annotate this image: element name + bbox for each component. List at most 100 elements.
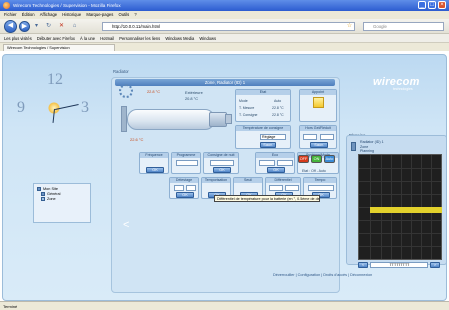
state-mode-label: Mode bbox=[239, 99, 248, 103]
program-field[interactable] bbox=[176, 160, 198, 166]
setpoint-save-button[interactable]: Sauv. bbox=[260, 142, 276, 148]
off-button[interactable]: OFF bbox=[298, 155, 309, 163]
state-setpoint-value: 22.8 °C bbox=[272, 113, 284, 117]
differential-field-b[interactable] bbox=[285, 185, 299, 191]
close-button[interactable]: × bbox=[438, 1, 446, 9]
planning-info: Radiator (ID) 1 Zone Planning bbox=[360, 140, 384, 154]
frost-box-title: Hors Gel/Réduit bbox=[300, 126, 336, 131]
planning-active-band bbox=[370, 207, 442, 213]
differential-box-title: Différentiel bbox=[266, 178, 300, 183]
tank-temperature: 22.6 °C bbox=[130, 137, 144, 142]
clock-numeral-3: 3 bbox=[81, 99, 89, 116]
page-content: wirecom technologies 12 9 3 Mon Site Gén… bbox=[0, 51, 449, 301]
setpoint-field[interactable]: Réglage bbox=[260, 134, 286, 140]
search-input[interactable]: Google bbox=[363, 22, 444, 31]
minimize-button[interactable]: _ bbox=[418, 1, 426, 9]
delay-field[interactable] bbox=[308, 185, 334, 191]
maximize-button[interactable]: □ bbox=[428, 1, 436, 9]
planning-grid[interactable] bbox=[358, 154, 442, 260]
eco-ok-button[interactable]: OK bbox=[267, 167, 285, 173]
footer-links[interactable]: Déverrouiller | Configuration | Droits d… bbox=[273, 273, 372, 277]
bookmark-headlines[interactable]: À la une bbox=[80, 36, 95, 41]
bookmark-most-visited[interactable]: Les plus visités bbox=[4, 36, 32, 41]
eco-box-title: Eco bbox=[256, 153, 294, 158]
bookmark-windows-media[interactable]: Windows Media bbox=[165, 36, 194, 41]
planning-icon bbox=[351, 142, 356, 151]
reload-icon[interactable]: ↻ bbox=[45, 23, 52, 30]
night-setpoint-box-title: Consigne de nuit bbox=[204, 153, 238, 158]
eco-field-a[interactable] bbox=[259, 160, 275, 166]
night-setpoint-box: Consigne de nuit OK bbox=[203, 152, 239, 174]
on-button[interactable]: ON bbox=[311, 155, 322, 163]
load-shedding-field-a[interactable] bbox=[174, 185, 184, 191]
folder-icon bbox=[37, 187, 41, 191]
wirecom-logo: wirecom technologies bbox=[373, 76, 445, 91]
frost-save-button[interactable]: Sauv. bbox=[310, 142, 328, 148]
system-mode-status: Etat : Off - Auto bbox=[302, 169, 326, 173]
search-placeholder: Google bbox=[373, 24, 387, 29]
auto-button[interactable]: Auto bbox=[324, 155, 335, 163]
menu-bookmarks[interactable]: Marque-pages bbox=[86, 12, 113, 17]
navigation-bar: ◀ ▶ ▾ ↻ ✕ ⌂ http://10.0.0.11/main.html ☆… bbox=[0, 19, 449, 34]
clock-widget: 12 9 3 bbox=[17, 71, 93, 147]
boost-toggle[interactable] bbox=[313, 97, 324, 108]
delay-box-title: Tempo bbox=[304, 178, 336, 183]
clock-numeral-12: 12 bbox=[47, 71, 63, 88]
back-arrow-icon[interactable]: < bbox=[123, 219, 129, 231]
tab-supervision[interactable]: Wirecom Technologies / Supervision bbox=[3, 44, 115, 51]
bookmark-customize-links[interactable]: Personnaliser les liens bbox=[119, 36, 160, 41]
planning-prev-button[interactable]: < bbox=[358, 262, 368, 268]
bookmarks-toolbar: Les plus visités Débuter avec Firefox À … bbox=[0, 34, 449, 43]
water-heater-cap bbox=[225, 114, 232, 124]
home-icon[interactable]: ⌂ bbox=[71, 23, 78, 30]
load-shedding-ok-button[interactable]: OK bbox=[176, 192, 194, 198]
back-button[interactable]: ◀ bbox=[4, 20, 17, 33]
dropdown-icon[interactable]: ▾ bbox=[33, 23, 40, 30]
tooltip: Différentiel de température pour la batt… bbox=[214, 195, 320, 202]
window-title: Wirecom Technologies / Supervision - Moz… bbox=[13, 3, 121, 8]
frequency-box-title: Fréquence bbox=[140, 153, 168, 158]
menu-history[interactable]: Historique bbox=[62, 12, 81, 17]
browser-window: Wirecom Technologies / Supervision - Moz… bbox=[0, 0, 449, 310]
eco-box: Eco OK bbox=[255, 152, 295, 174]
exterior-temperature: 20.8 °C bbox=[185, 96, 199, 101]
section-label: Radiator bbox=[113, 69, 129, 74]
planning-next-button[interactable]: > bbox=[430, 262, 440, 268]
bookmark-hotmail[interactable]: Hotmail bbox=[100, 36, 114, 41]
tree-item-zone[interactable]: Zone bbox=[37, 197, 87, 202]
boost-box-title: Appoint bbox=[300, 90, 336, 95]
menu-edit[interactable]: Édition bbox=[22, 12, 35, 17]
star-icon[interactable]: ☆ bbox=[346, 23, 353, 30]
title-bar: Wirecom Technologies / Supervision - Moz… bbox=[0, 0, 449, 11]
url-bar[interactable]: http://10.0.0.11/main.html bbox=[102, 22, 355, 31]
frequency-ok-button[interactable]: OK bbox=[146, 167, 164, 173]
menu-view[interactable]: Affichage bbox=[40, 12, 57, 17]
program-box: Programme bbox=[171, 152, 201, 174]
night-setpoint-ok-button[interactable]: OK bbox=[213, 167, 231, 173]
menu-tools[interactable]: Outils bbox=[119, 12, 130, 17]
exterior-label: Extérieure bbox=[185, 90, 203, 95]
menu-help[interactable]: ? bbox=[134, 12, 136, 17]
stop-icon[interactable]: ✕ bbox=[58, 23, 65, 30]
menu-file[interactable]: Fichier bbox=[4, 12, 17, 17]
clock-numeral-9: 9 bbox=[17, 99, 25, 116]
forward-button[interactable]: ▶ bbox=[19, 21, 30, 32]
zone-icon bbox=[41, 197, 45, 201]
bookmark-windows[interactable]: Windows bbox=[199, 36, 216, 41]
planning-footer: < TTTTTTTTT > bbox=[358, 262, 442, 270]
night-setpoint-field[interactable] bbox=[210, 160, 234, 166]
load-shedding-box: Délestage OK bbox=[169, 177, 199, 199]
settings-icon[interactable] bbox=[119, 84, 133, 98]
status-bar: Terminé bbox=[0, 301, 449, 310]
tab-bar: Wirecom Technologies / Supervision bbox=[0, 43, 449, 51]
state-box-title: État bbox=[236, 90, 290, 95]
planning-range-field[interactable]: TTTTTTTTT bbox=[370, 262, 428, 268]
inside-temperature: 22.8 °C bbox=[147, 89, 161, 94]
eco-field-b[interactable] bbox=[277, 160, 293, 166]
state-measure-value: 22.8 °C bbox=[272, 106, 284, 110]
differential-field-a[interactable] bbox=[269, 185, 283, 191]
bookmark-getting-started[interactable]: Débuter avec Firefox bbox=[37, 36, 75, 41]
load-shedding-field-b[interactable] bbox=[186, 185, 196, 191]
frost-field-a[interactable] bbox=[303, 134, 317, 140]
frost-field-b[interactable] bbox=[320, 134, 334, 140]
